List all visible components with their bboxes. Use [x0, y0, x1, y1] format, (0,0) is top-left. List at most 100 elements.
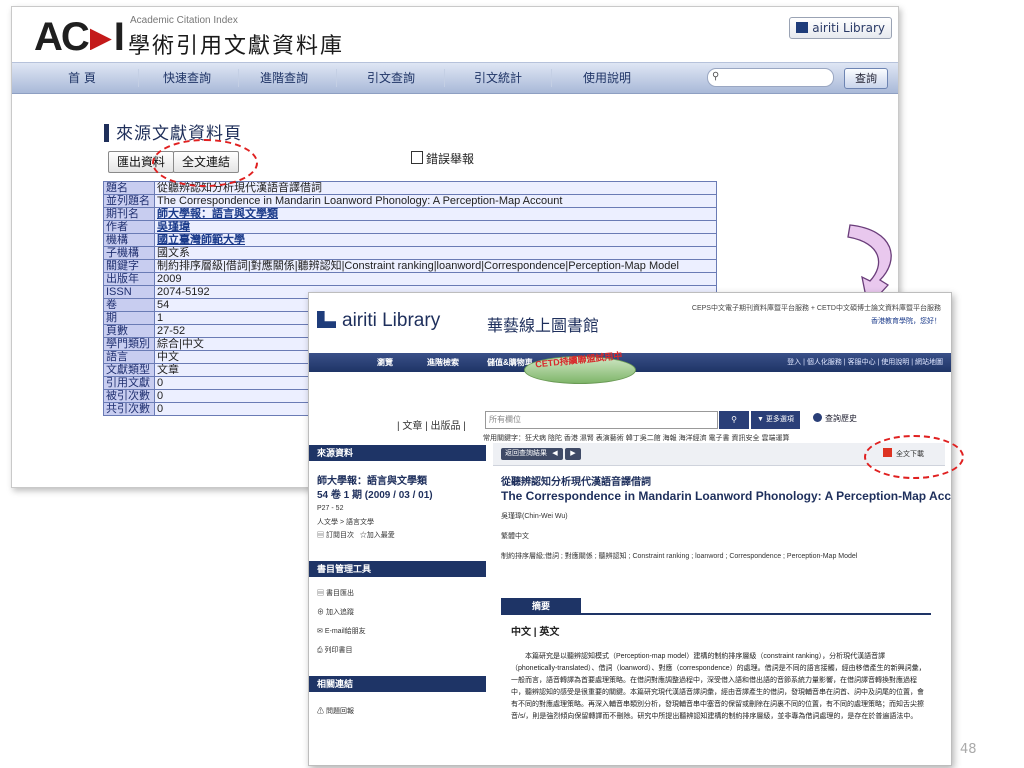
nav-citation-search[interactable]: 引文查詢: [346, 63, 436, 93]
row-value: The Correspondence in Mandarin Loanword …: [154, 194, 717, 208]
search-type-tabs[interactable]: | 文章 | 出版品 |: [397, 417, 466, 432]
row-label: 語言: [103, 350, 155, 364]
error-report-label: 錯誤舉報: [426, 152, 475, 166]
row-value-link[interactable]: 吳瑾瑋: [154, 220, 717, 234]
nav-quick-search[interactable]: 快速查詢: [147, 63, 227, 93]
track-icon: ⊕: [317, 609, 326, 616]
row-label: 被引次數: [103, 389, 155, 403]
row-value: 國文系: [154, 246, 717, 260]
airiti-top-links[interactable]: CEPS中文電子期刊資料庫暨平台服務 + CETD中文碩博士論文資料庫暨平台服務: [692, 303, 941, 313]
nav-divider: [238, 69, 239, 87]
row-label: 期: [103, 311, 155, 325]
warning-icon: ⚠: [317, 708, 326, 715]
abstract-language-switch[interactable]: 中文 | 英文: [511, 623, 559, 638]
edit-icon: [411, 151, 423, 164]
table-row: 關鍵字 制約排序層級|借詞|對應關係|聽辨認知|Constraint rankin…: [103, 259, 717, 273]
nav-home[interactable]: 首 頁: [52, 63, 112, 93]
heading-bar: [104, 124, 109, 142]
airiti-library-brand-button[interactable]: airiti Library: [789, 17, 892, 39]
airiti-greeting: 香港教育學院，您好！: [871, 318, 941, 325]
nav-advanced-search[interactable]: 進階查詢: [244, 63, 324, 93]
abstract-tab[interactable]: 摘要: [501, 598, 581, 614]
row-label: 作者: [103, 220, 155, 234]
airiti-main: 返回查詢結果 ◀ ▶ 全文下載 從聽辨認知分析現代漢語音譯借詞 The Corr…: [493, 443, 951, 765]
language-text: 繁體中文: [501, 533, 529, 540]
tool-track-link[interactable]: ⊕ 加入追蹤: [317, 607, 354, 617]
nav-advanced-search[interactable]: 進階檢索: [427, 353, 459, 372]
row-label: 題名: [103, 181, 155, 195]
row-label: 學門類別: [103, 337, 155, 351]
popular-keywords[interactable]: 常用關鍵字：狂犬病 陰陀 香港 濕腎 表演藝術 韓丁吳二館 海報 海洋經濟 電子…: [483, 433, 789, 443]
tool-email-label: E-mail給朋友: [324, 628, 366, 635]
report-problem-link[interactable]: ⚠ 問題回報: [317, 706, 354, 716]
search-icon: ⚲: [731, 415, 737, 424]
highlight-oval: [864, 435, 964, 479]
report-label: 問題回報: [325, 708, 354, 715]
highlight-oval: [152, 139, 258, 187]
row-label: 卷: [103, 298, 155, 312]
subscribe-label: 訂閱目次: [325, 532, 354, 539]
subscribe-toc-link[interactable]: ▤ 訂閱目次 ☆加入最愛: [317, 530, 395, 540]
search-button[interactable]: ⚲: [719, 411, 749, 429]
journal-title: 師大學報：語言與文學類: [317, 476, 427, 487]
nav-citation-stats[interactable]: 引文統計: [453, 63, 543, 93]
row-value: 2009: [154, 272, 717, 286]
nav-divider: [551, 69, 552, 87]
tool-print-label: 列印書目: [324, 647, 353, 654]
aci-header: AC I Academic Citation Index 學術引用文獻資料庫 ai…: [12, 7, 898, 61]
aci-subtitle-en: Academic Citation Index: [130, 15, 238, 26]
error-report-link[interactable]: 錯誤舉報: [411, 150, 474, 167]
print-icon: ⎙: [317, 647, 325, 654]
nav-browse[interactable]: 瀏覽: [377, 353, 393, 372]
journal-name[interactable]: 師大學報：語言與文學類 54 卷 1 期 (2009 / 03 / 01): [317, 475, 433, 503]
nav-divider: [336, 69, 337, 87]
brand-label: airiti Library: [812, 21, 885, 35]
row-label: 關鍵字: [103, 259, 155, 273]
search-input[interactable]: 所有欄位: [485, 411, 718, 429]
trial-stamp-text: CETD持續聯盟試用中: [534, 350, 623, 370]
aci-logo[interactable]: AC I: [34, 17, 125, 57]
row-value: 從聽辨認知分析現代漢語音譯借詞: [154, 181, 717, 195]
row-label: 引用文獻: [103, 376, 155, 390]
side-heading-source: 來源資料: [309, 445, 486, 461]
airiti-window: airiti Library 華藝線上圖書館 CEPS中文電子期刊資料庫暨平台服…: [308, 292, 952, 766]
table-row: 作者 吳瑾瑋: [103, 220, 717, 234]
slide-page-number: 48: [960, 742, 977, 757]
row-label: 期刊名: [103, 207, 155, 221]
help-icon: [813, 413, 822, 422]
tool-export-link[interactable]: ▤ 書目匯出: [317, 588, 354, 598]
row-label: 頁數: [103, 324, 155, 338]
aci-logo-mark-icon: [89, 28, 112, 51]
nav-help[interactable]: 使用說明: [557, 63, 657, 93]
tool-print-link[interactable]: ⎙ 列印書目: [317, 645, 353, 655]
search-history-label: 查詢歷史: [825, 414, 857, 423]
tool-track-label: 加入追蹤: [325, 609, 354, 616]
row-value: 制約排序層級|借詞|對應關係|聽辨認知|Constraint ranking|l…: [154, 259, 717, 273]
table-row: 出版年 2009: [103, 272, 717, 286]
row-value-link[interactable]: 國立臺灣師範大學: [154, 233, 717, 247]
airiti-logo-zh: 華藝線上圖書館: [487, 318, 600, 335]
category-text[interactable]: 人文學 > 語言文學: [317, 517, 374, 527]
email-icon: ✉: [317, 628, 325, 635]
aci-search-button[interactable]: 查詢: [844, 68, 888, 89]
search-history-link[interactable]: 查詢歷史: [813, 413, 857, 424]
author-link[interactable]: 吳瑾瑋(Chin-Wei Wu): [501, 511, 568, 521]
table-row: 期刊名 師大學報：語言與文學類: [103, 207, 717, 221]
row-label: 子機構: [103, 246, 155, 260]
tool-email-link[interactable]: ✉ E-mail給朋友: [317, 626, 366, 636]
star-icon: ☆: [359, 532, 367, 539]
aci-search-input[interactable]: ⚲: [707, 68, 834, 87]
next-record-button[interactable]: ▶: [565, 448, 581, 460]
airiti-logo-text: airiti Library: [342, 310, 441, 331]
table-row: 機構 國立臺灣師範大學: [103, 233, 717, 247]
add-favorite-label[interactable]: 加入最愛: [367, 532, 395, 539]
table-row: 並列題名 The Correspondence in Mandarin Loanw…: [103, 194, 717, 208]
row-value-link[interactable]: 師大學報：語言與文學類: [154, 207, 717, 221]
more-options-button[interactable]: ▼ 更多選項: [751, 411, 800, 429]
nav-user-links[interactable]: 登入 | 個人化服務 | 客服中心 | 使用說明 | 網站地圖: [787, 353, 943, 372]
airiti-logo[interactable]: airiti Library: [317, 310, 440, 332]
back-to-results-button[interactable]: 返回查詢結果: [501, 448, 551, 460]
prev-record-button[interactable]: ◀: [547, 448, 563, 460]
pages-text: P27 - 52: [317, 505, 344, 512]
keywords-line[interactable]: 制約排序層級;借詞 ; 對應關係 ; 聽辨認知 ; Constraint ran…: [501, 551, 857, 561]
